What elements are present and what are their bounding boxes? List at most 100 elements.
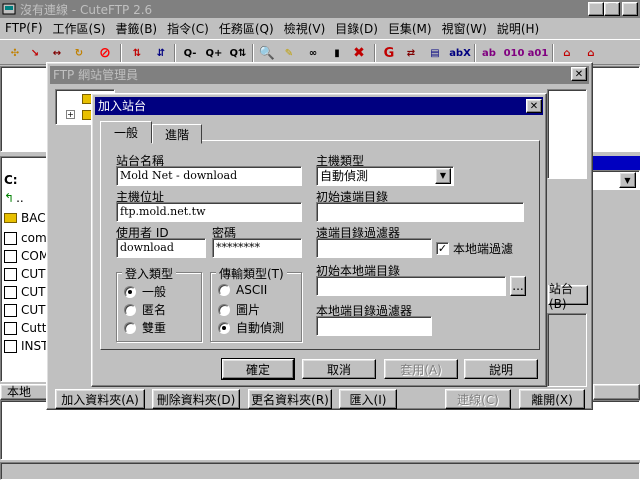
apply-button[interactable]: 套用(A) [384,359,458,379]
disconnect-icon[interactable]: ↔ [48,45,66,61]
minimize-button[interactable]: ▁ [588,2,604,16]
remote-dir-dropdown-button[interactable]: ▼ [619,172,636,188]
close-icon: ✕ [529,100,539,112]
rename-icon[interactable]: ▤ [426,45,444,61]
toolbar-separator [120,44,122,62]
transfer-image-radio[interactable]: 圖片 [218,301,260,318]
login-normal-radio[interactable]: 一般 [124,283,166,300]
edit-icon[interactable]: ✎ [280,45,298,61]
close-icon: ✕ [574,68,584,80]
restore-button[interactable]: ❐ [604,2,620,16]
add-folder-button[interactable]: 加入資料夾(A) [55,389,145,409]
app-title: 沒有連線 - CuteFTP 2.6 [20,2,153,17]
remote-filter-field[interactable] [316,238,432,258]
close-icon: ✕ [625,3,635,14]
list-item[interactable]: BAC [4,209,46,227]
transfer-auto-radio[interactable]: 自動偵測 [218,319,284,336]
menu-view[interactable]: 檢視(V) [279,20,331,37]
list-item[interactable]: CUT [4,283,46,301]
queue-add-icon[interactable]: Q+ [204,45,224,61]
list-item[interactable]: INST [4,337,48,355]
exit-button[interactable]: 離開(X) [519,389,585,409]
menu-bookmarks[interactable]: 書籤(B) [111,20,163,37]
queue-header-local[interactable]: 本地 [0,384,48,400]
local-drive[interactable]: C: [4,171,18,189]
add-site-title[interactable]: 加入站台 [95,97,543,115]
queue-header-col[interactable] [593,384,640,400]
add-site-close-button[interactable]: ✕ [526,99,542,113]
queue-icon[interactable]: Q- [180,45,200,61]
ascii-icon[interactable]: ab [480,45,498,61]
menu-directory[interactable]: 目錄(D) [330,20,383,37]
status-bar [0,462,640,480]
app-title-bar[interactable]: 沒有連線 - CuteFTP 2.6 ▁ ❐ ✕ [0,0,640,18]
auto-icon[interactable]: a01 [528,45,549,61]
expand-icon[interactable]: + [66,110,75,119]
host-type-select[interactable]: 自動偵測 ▼ [316,166,454,186]
site-icon[interactable]: ⌂ [558,45,576,61]
upload-icon[interactable]: ⇅ [128,45,146,61]
list-item[interactable]: CUT [4,301,46,319]
local-dir-field[interactable] [316,276,506,296]
delete-folder-button[interactable]: 刪除資料夾(D) [152,389,240,409]
chevron-down-icon: ▼ [439,171,447,180]
help-button[interactable]: 說明 [464,359,538,379]
list-item[interactable]: com [4,229,47,247]
binary-icon[interactable]: 010 [504,45,525,61]
tab-advanced[interactable]: 進階 [152,124,202,144]
site-manager-title[interactable]: FTP 網站管理員 [50,66,589,84]
list-item[interactable]: COM [4,247,49,265]
rename-folder-button[interactable]: 更名資料夾(R) [248,389,332,409]
connect-icon[interactable]: ✣ [6,45,24,61]
view-icon[interactable]: ⇄ [402,45,420,61]
delete-icon[interactable]: ▮ [328,45,346,61]
menu-ftp[interactable]: FTP(F) [0,21,48,35]
list-item[interactable]: CUT [4,265,46,283]
abc-icon[interactable]: abX [449,45,471,61]
site-button[interactable]: 站台(B) [548,282,588,311]
menu-queue[interactable]: 任務區(Q) [214,20,279,37]
local-filter-checkbox[interactable]: ✓ 本地端過濾 [436,240,513,257]
download-icon[interactable]: ⇵ [152,45,170,61]
home-icon[interactable]: ⌂ [582,45,600,61]
connect-button[interactable]: 連線(C) [445,389,511,409]
local-pane[interactable]: C: ↰.. BAC com COM CUT CUT CUT Cuttf INS… [0,156,51,382]
close-button[interactable]: ✕ [622,2,638,16]
site-manager-close-button[interactable]: ✕ [571,67,587,81]
ok-button[interactable]: 確定 [221,358,295,380]
stop-icon[interactable]: ⊘ [96,45,114,61]
queue-transfer-icon[interactable]: Q⇅ [228,45,248,61]
menu-commands[interactable]: 指令(C) [162,20,214,37]
transfer-type-label: 傳輸類型(T) [216,265,287,282]
remote-dir-field[interactable] [316,202,524,222]
transfer-ascii-radio[interactable]: ASCII [218,283,267,297]
browse-button[interactable]: ... [510,276,526,296]
toolbar-separator [252,44,254,62]
quick-connect-icon[interactable]: ↘ [26,45,44,61]
site-name-field[interactable]: Mold Net - download [116,166,302,186]
local-filter-field[interactable] [316,316,432,336]
host-field[interactable]: ftp.mold.net.tw [116,202,302,222]
menu-help[interactable]: 說明(H) [492,20,544,37]
menu-window[interactable]: 視窗(W) [437,20,492,37]
binoculars-icon[interactable]: ∞ [304,45,322,61]
login-anonymous-radio[interactable]: 匿名 [124,301,166,318]
menu-macros[interactable]: 巨集(M) [383,20,437,37]
password-field[interactable]: ******** [212,238,302,258]
site-list[interactable] [547,89,587,179]
list-item[interactable]: Cuttf [4,319,51,337]
host-type-dropdown-button[interactable]: ▼ [435,168,451,184]
tab-general[interactable]: 一般 [100,121,152,143]
refresh-icon[interactable]: G [380,45,398,61]
menu-workspace[interactable]: 工作區(S) [48,20,111,37]
file-icon [4,339,17,353]
user-id-field[interactable]: download [116,238,206,258]
reconnect-icon[interactable]: ↻ [70,45,88,61]
local-up-dir[interactable]: ↰.. [4,189,24,207]
cancel-button[interactable]: 取消 [302,359,376,379]
import-button[interactable]: 匯入(I) [339,389,397,409]
find-icon[interactable]: 🔍 [258,45,276,61]
add-site-dialog: 加入站台 ✕ 一般 進階 站台名稱 Mold Net - download 主機… [91,93,547,387]
login-double-radio[interactable]: 雙重 [124,319,166,336]
remove-icon[interactable]: ✖ [350,45,368,61]
